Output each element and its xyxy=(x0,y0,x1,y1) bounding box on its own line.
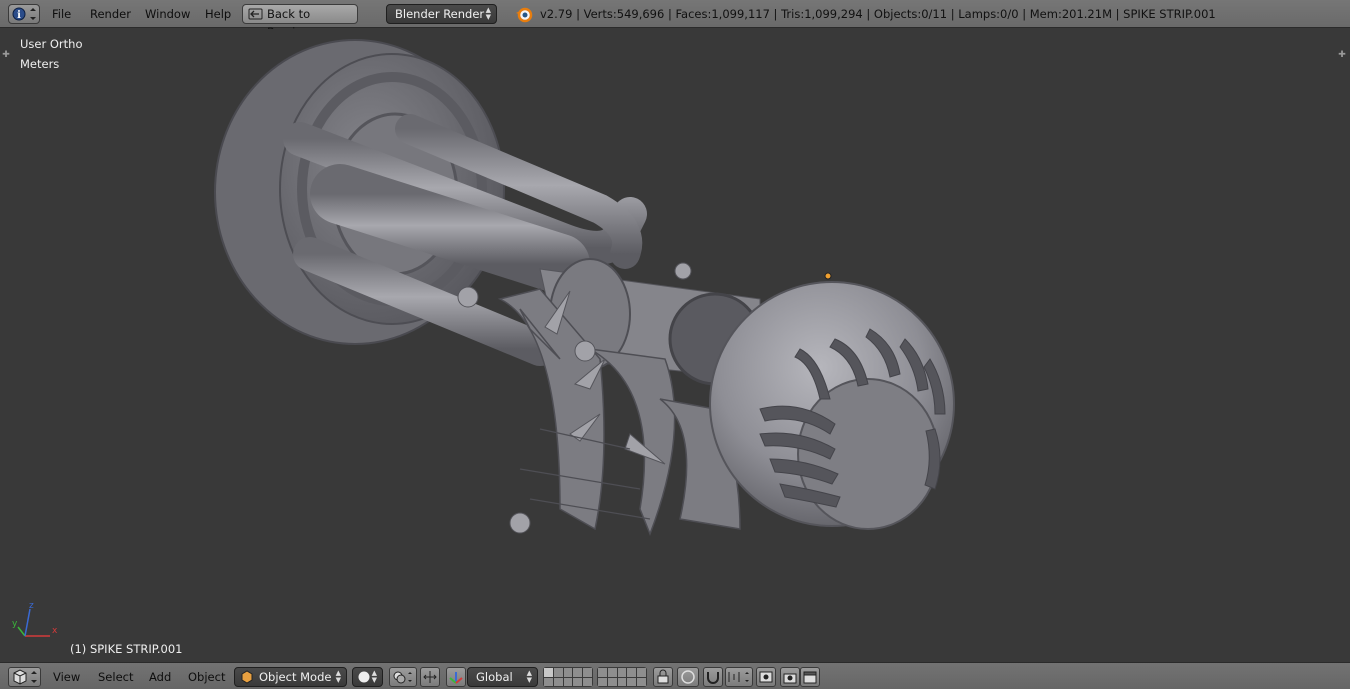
opengl-render-button[interactable] xyxy=(756,667,776,687)
chevron-updown-icon: ▲ ▼ xyxy=(371,669,377,684)
scene-layers-group-2[interactable] xyxy=(597,667,647,687)
render-still-button[interactable] xyxy=(780,667,800,687)
snap-toggle[interactable] xyxy=(703,667,723,687)
editor-type-3dview-button[interactable] xyxy=(8,667,41,687)
pivot-point-select[interactable] xyxy=(389,667,417,687)
axis-x-label: x xyxy=(52,626,58,636)
magnet-icon xyxy=(707,672,719,684)
lock-camera-button[interactable] xyxy=(653,667,673,687)
menu-add[interactable]: Add xyxy=(149,670,171,684)
mesh-model: x y z xyxy=(12,39,955,637)
proportional-edit-button[interactable] xyxy=(677,667,699,687)
menu-file[interactable]: File xyxy=(52,7,71,21)
blender-logo-icon xyxy=(516,7,533,23)
snap-increment-icon xyxy=(728,672,749,682)
menu-select[interactable]: Select xyxy=(98,670,133,684)
opengl-render-icon xyxy=(759,671,773,683)
orientation-value: Global xyxy=(476,670,513,684)
chevron-updown-icon: ▲ ▼ xyxy=(335,669,341,684)
axis-y-label: y xyxy=(12,619,18,629)
chevron-updown-icon: ▲ ▼ xyxy=(485,6,491,21)
back-to-previous-button[interactable]: Back to Previous xyxy=(242,4,358,39)
render-animation-button[interactable] xyxy=(800,667,820,687)
clapperboard-icon xyxy=(803,671,817,684)
back-arrow-icon xyxy=(248,8,263,20)
solid-shading-icon xyxy=(358,671,370,683)
info-icon: i xyxy=(12,7,36,21)
info-header: i File Render Window Help Back to Previo… xyxy=(0,0,1350,39)
3d-view-header: View Select Add Object Object Mode ▲ ▼ ▲ ▼… xyxy=(0,662,1350,689)
axis-z-label: z xyxy=(29,601,34,611)
menu-help[interactable]: Help xyxy=(205,7,231,21)
camera-icon xyxy=(783,673,797,684)
chevron-updown-icon: ▲ ▼ xyxy=(526,669,532,684)
lock-icon xyxy=(657,669,669,684)
manipulator-icon xyxy=(423,671,437,683)
svg-text:i: i xyxy=(17,10,21,21)
object-mode-icon xyxy=(241,670,253,684)
menu-window[interactable]: Window xyxy=(145,7,190,21)
viewport-shading-select[interactable]: ▲ ▼ xyxy=(352,667,383,687)
menu-view[interactable]: View xyxy=(53,670,80,684)
render-engine-select[interactable]: Blender Render ▲ ▼ xyxy=(386,4,497,24)
mode-select[interactable]: Object Mode ▲ ▼ xyxy=(234,667,347,687)
snap-element-select[interactable] xyxy=(725,667,753,687)
transform-manipulator-toggle[interactable] xyxy=(420,667,440,687)
scene-statistics: v2.79 | Verts:549,696 | Faces:1,099,117 … xyxy=(540,7,1216,21)
axis-arrows-icon xyxy=(449,672,463,684)
object-origin-dot xyxy=(824,272,832,280)
scene-layers-group-1[interactable] xyxy=(543,667,593,687)
translate-manipulator-button[interactable] xyxy=(446,667,466,687)
axis-gizmo: x y z xyxy=(12,601,58,637)
proportional-edit-icon xyxy=(681,670,695,684)
3d-viewport[interactable]: User Ortho Meters ✚ ✚ x y z (1) SPIKE ST… xyxy=(0,29,1350,661)
menu-object[interactable]: Object xyxy=(188,670,225,684)
editor-type-button[interactable]: i xyxy=(8,4,40,24)
pivot-icon xyxy=(393,671,412,684)
mode-value: Object Mode xyxy=(259,670,332,684)
menu-render[interactable]: Render xyxy=(90,7,131,21)
render-engine-value: Blender Render xyxy=(395,7,485,21)
transform-orientation-select[interactable]: Global ▲ ▼ xyxy=(467,667,538,687)
active-object-label: (1) SPIKE STRIP.001 xyxy=(70,642,183,656)
cube-icon xyxy=(13,669,37,685)
